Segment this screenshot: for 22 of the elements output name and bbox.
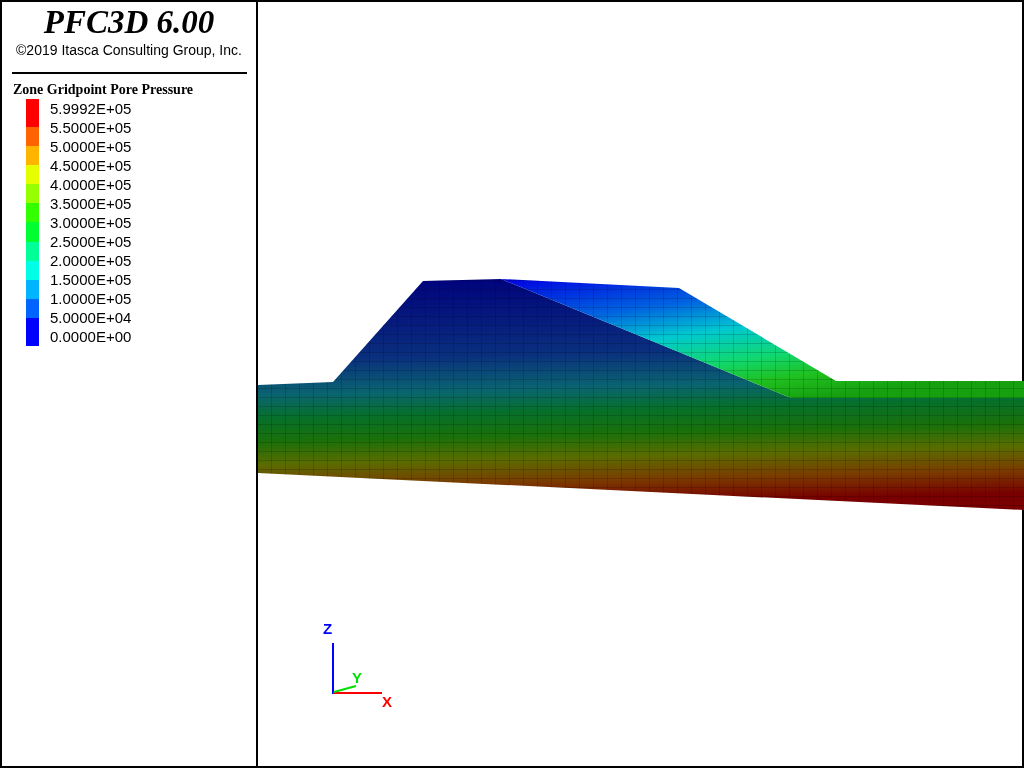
legend-value: 1.5000E+05 xyxy=(50,270,132,289)
legend-value: 2.0000E+05 xyxy=(50,251,132,270)
copyright-text: ©2019 Itasca Consulting Group, Inc. xyxy=(15,42,243,58)
legend-value: 2.5000E+05 xyxy=(50,232,132,251)
legend-value: 3.0000E+05 xyxy=(50,213,132,232)
axis-label: X xyxy=(382,693,392,710)
y-axis-line xyxy=(333,685,357,693)
legend-value: 3.5000E+05 xyxy=(50,194,132,213)
legend-value: 5.5000E+05 xyxy=(50,118,132,137)
app-title: PFC3D 6.00 xyxy=(42,4,216,40)
legend-value: 4.0000E+05 xyxy=(50,175,132,194)
axis-label: Y xyxy=(352,669,362,686)
legend-value: 5.9992E+05 xyxy=(50,99,132,118)
legend-value: 1.0000E+05 xyxy=(50,289,132,308)
axis-label: Z xyxy=(323,620,333,637)
legend-value: 0.0000E+00 xyxy=(50,327,132,346)
legend-value: 5.0000E+05 xyxy=(50,137,132,156)
z-axis-line xyxy=(332,642,334,695)
legend-title: Zone Gridpoint Pore Pressure xyxy=(13,82,195,98)
legend-value: 5.0000E+04 xyxy=(50,308,132,327)
legend-value: 4.5000E+05 xyxy=(50,156,132,175)
x-axis-line xyxy=(332,692,383,694)
